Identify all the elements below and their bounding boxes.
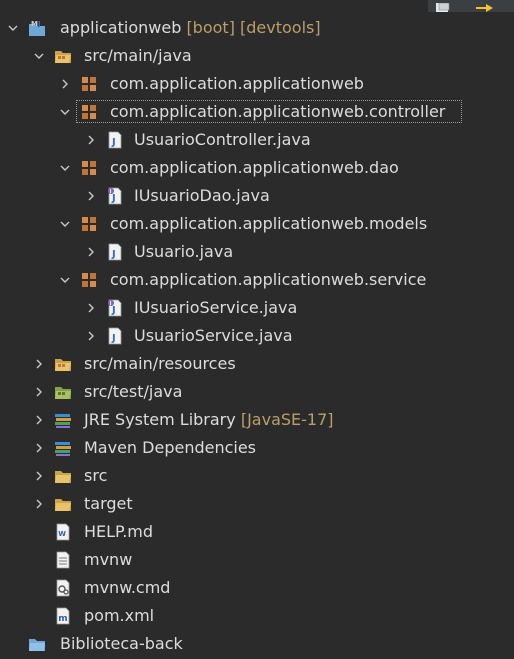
chevron-right-icon[interactable] [32, 490, 46, 518]
tree-item-label: UsuarioService.java [134, 326, 293, 345]
package-icon [80, 159, 98, 177]
chevron-right-icon[interactable] [32, 434, 46, 462]
chevron-down-icon[interactable] [58, 266, 72, 294]
tree-item-label: com.application.applicationweb.dao [110, 158, 399, 177]
tree-item-label: com.application.applicationweb.controlle… [110, 102, 446, 121]
chevron-right-icon[interactable] [84, 238, 98, 266]
chevron-right-icon[interactable] [84, 126, 98, 154]
package-explorer-tree: applicationweb [boot] [devtools] src/mai… [0, 14, 514, 658]
tree-item-package-dao[interactable]: com.application.applicationweb.dao [0, 154, 514, 182]
source-folder-icon [54, 355, 72, 373]
tree-item-package-models[interactable]: com.application.applicationweb.models [0, 210, 514, 238]
tree-item-iusuario-dao[interactable]: IUsuarioDao.java [0, 182, 514, 210]
tree-item-help-md[interactable]: HELP.md [0, 518, 514, 546]
folder-icon [54, 467, 72, 485]
tree-item-pom-xml[interactable]: pom.xml [0, 602, 514, 630]
tree-item-label: mvnw [84, 550, 133, 569]
chevron-down-icon[interactable] [6, 14, 20, 42]
folder-icon [54, 495, 72, 513]
tree-item-src-test-java[interactable]: src/test/java [0, 378, 514, 406]
tree-item-label: Maven Dependencies [84, 438, 257, 457]
maven-pom-icon [54, 607, 72, 625]
tree-item-jre-library[interactable]: JRE System Library [JavaSE-17] [0, 406, 514, 434]
tree-item-usuario-controller[interactable]: UsuarioController.java [0, 126, 514, 154]
library-icon [54, 411, 72, 429]
tree-item-label: com.application.applicationweb.service [110, 270, 427, 289]
chevron-right-icon[interactable] [58, 70, 72, 98]
library-icon [54, 439, 72, 457]
project-decorations: [boot] [devtools] [186, 18, 321, 37]
chevron-down-icon[interactable] [58, 98, 72, 126]
tree-item-package-root[interactable]: com.application.applicationweb [0, 70, 514, 98]
tree-item-label: src/main/java [84, 46, 192, 65]
maven-java-project-icon [28, 19, 46, 37]
tree-item-label: Biblioteca-back [60, 634, 183, 653]
text-file-icon [54, 551, 72, 569]
java-interface-icon [106, 299, 124, 317]
project-name: applicationweb [60, 18, 182, 37]
tree-item-label: Usuario.java [134, 242, 234, 261]
chevron-down-icon[interactable] [32, 42, 46, 70]
tree-item-maven-dependencies[interactable]: Maven Dependencies [0, 434, 514, 462]
package-icon [80, 75, 98, 93]
tree-item-label: src [84, 466, 108, 485]
tree-item-label: IUsuarioDao.java [134, 186, 270, 205]
tree-item-usuario[interactable]: Usuario.java [0, 238, 514, 266]
link-with-editor-icon[interactable] [474, 0, 496, 12]
tree-item-applicationweb[interactable]: applicationweb [boot] [devtools] [0, 14, 514, 42]
tree-item-iusuario-service[interactable]: IUsuarioService.java [0, 294, 514, 322]
command-file-icon [54, 579, 72, 597]
tree-item-label: UsuarioController.java [134, 130, 311, 149]
tree-item-usuario-service[interactable]: UsuarioService.java [0, 322, 514, 350]
test-source-folder-icon [54, 383, 72, 401]
jre-version-decoration: [JavaSE-17] [240, 410, 334, 429]
package-icon [80, 271, 98, 289]
tree-item-src-main-resources[interactable]: src/main/resources [0, 350, 514, 378]
java-interface-icon [106, 187, 124, 205]
tree-item-label: src/main/resources [84, 354, 236, 373]
tree-item-label: target [84, 494, 133, 513]
source-folder-icon [54, 47, 72, 65]
java-file-icon [106, 243, 124, 261]
tree-item-label: IUsuarioService.java [134, 298, 298, 317]
tree-item-folder-target[interactable]: target [0, 490, 514, 518]
chevron-right-icon[interactable] [84, 322, 98, 350]
tree-item-src-main-java[interactable]: src/main/java [0, 42, 514, 70]
view-toolbar [428, 0, 514, 12]
tree-item-package-controller[interactable]: com.application.applicationweb.controlle… [0, 98, 514, 126]
java-file-icon [106, 327, 124, 345]
chevron-down-icon[interactable] [58, 154, 72, 182]
tree-item-label: mvnw.cmd [84, 578, 171, 597]
markdown-file-icon [54, 523, 72, 541]
tree-item-biblioteca-back[interactable]: Biblioteca-back [0, 630, 514, 658]
tree-item-label: JRE System Library [84, 410, 236, 429]
tree-item-label: HELP.md [84, 522, 154, 541]
tree-item-mvnw[interactable]: mvnw [0, 546, 514, 574]
collapse-all-icon[interactable] [432, 0, 454, 12]
tree-item-label: pom.xml [84, 606, 155, 625]
tree-item-mvnw-cmd[interactable]: mvnw.cmd [0, 574, 514, 602]
package-icon [80, 215, 98, 233]
chevron-right-icon[interactable] [32, 350, 46, 378]
tree-item-folder-src[interactable]: src [0, 462, 514, 490]
chevron-right-icon[interactable] [84, 182, 98, 210]
closed-project-icon [28, 635, 46, 653]
tree-item-label: com.application.applicationweb [110, 74, 364, 93]
chevron-down-icon[interactable] [58, 210, 72, 238]
tree-item-label: com.application.applicationweb.models [110, 214, 428, 233]
package-icon [80, 103, 98, 121]
chevron-right-icon[interactable] [84, 294, 98, 322]
java-file-icon [106, 131, 124, 149]
chevron-right-icon[interactable] [32, 406, 46, 434]
tree-item-label: src/test/java [84, 382, 183, 401]
chevron-right-icon[interactable] [32, 462, 46, 490]
chevron-right-icon[interactable] [32, 378, 46, 406]
tree-item-package-service[interactable]: com.application.applicationweb.service [0, 266, 514, 294]
